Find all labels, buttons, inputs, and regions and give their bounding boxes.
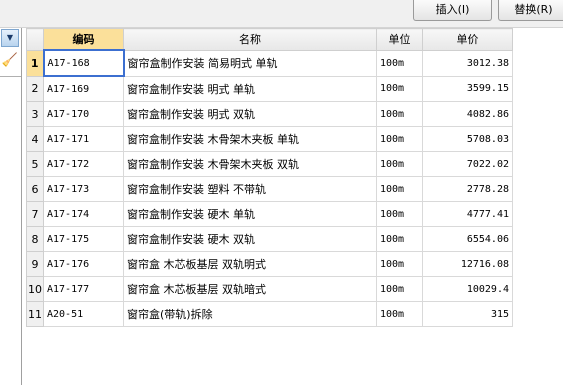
cell-price[interactable]: 3012.38 bbox=[422, 49, 513, 77]
table-row[interactable]: 10 A17-177 窗帘盒 木芯板基层 双轨暗式 100m 10029.4 bbox=[26, 276, 513, 302]
cell-unit[interactable]: 100m bbox=[376, 49, 423, 77]
header-unit[interactable]: 单位 bbox=[376, 28, 423, 51]
cell-name[interactable]: 窗帘盒制作安装 硬木 单轨 bbox=[123, 201, 377, 227]
row-number[interactable]: 1 bbox=[26, 49, 44, 77]
row-number[interactable]: 3 bbox=[26, 101, 44, 127]
table-header: 编码 名称 单位 单价 bbox=[26, 28, 513, 51]
table-row[interactable]: 8 A17-175 窗帘盒制作安装 硬木 双轨 100m 6554.06 bbox=[26, 226, 513, 252]
cell-price[interactable]: 10029.4 bbox=[422, 276, 513, 302]
table-row[interactable]: 3 A17-170 窗帘盒制作安装 明式 双轨 100m 4082.86 bbox=[26, 101, 513, 127]
cell-unit[interactable]: 100m bbox=[376, 126, 423, 152]
cell-name[interactable]: 窗帘盒 木芯板基层 双轨明式 bbox=[123, 251, 377, 277]
broom-icon[interactable]: 🧹 bbox=[1, 52, 19, 70]
table-row[interactable]: 1 A17-168 窗帘盒制作安装 简易明式 单轨 100m 3012.38 bbox=[26, 49, 513, 77]
table-row[interactable]: 9 A17-176 窗帘盒 木芯板基层 双轨明式 100m 12716.08 bbox=[26, 251, 513, 277]
cell-unit[interactable]: 100m bbox=[376, 101, 423, 127]
insert-button[interactable]: 插入(I) bbox=[413, 0, 492, 21]
left-panel: ▼ 🧹 bbox=[0, 28, 22, 385]
row-number[interactable]: 8 bbox=[26, 226, 44, 252]
table-row[interactable]: 6 A17-173 窗帘盒制作安装 塑料 不带轨 100m 2778.28 bbox=[26, 176, 513, 202]
cell-price[interactable]: 12716.08 bbox=[422, 251, 513, 277]
table-row[interactable]: 7 A17-174 窗帘盒制作安装 硬木 单轨 100m 4777.41 bbox=[26, 201, 513, 227]
header-code[interactable]: 编码 bbox=[43, 28, 124, 51]
cell-unit[interactable]: 100m bbox=[376, 75, 423, 102]
cell-price[interactable]: 7022.02 bbox=[422, 151, 513, 177]
cell-code[interactable]: A17-170 bbox=[43, 101, 124, 127]
header-name[interactable]: 名称 bbox=[123, 28, 377, 51]
cell-name[interactable]: 窗帘盒制作安装 木骨架木夹板 单轨 bbox=[123, 126, 377, 152]
row-number[interactable]: 2 bbox=[26, 75, 44, 102]
table-row[interactable]: 11 A20-51 窗帘盒(带轨)拆除 100m 315 bbox=[26, 301, 513, 327]
row-number[interactable]: 4 bbox=[26, 126, 44, 152]
cell-unit[interactable]: 100m bbox=[376, 176, 423, 202]
cell-name[interactable]: 窗帘盒(带轨)拆除 bbox=[123, 301, 377, 327]
chevron-down-icon[interactable]: ▼ bbox=[1, 29, 19, 47]
replace-button[interactable]: 替换(R) bbox=[498, 0, 563, 21]
cell-code[interactable]: A17-176 bbox=[43, 251, 124, 277]
cell-code[interactable]: A17-172 bbox=[43, 151, 124, 177]
table-row[interactable]: 4 A17-171 窗帘盒制作安装 木骨架木夹板 单轨 100m 5708.03 bbox=[26, 126, 513, 152]
cell-code[interactable]: A17-175 bbox=[43, 226, 124, 252]
cell-unit[interactable]: 100m bbox=[376, 201, 423, 227]
cell-unit[interactable]: 100m bbox=[376, 226, 423, 252]
cell-name[interactable]: 窗帘盒制作安装 简易明式 单轨 bbox=[123, 49, 377, 77]
row-number[interactable]: 6 bbox=[26, 176, 44, 202]
header-price[interactable]: 单价 bbox=[422, 28, 513, 51]
cell-price[interactable]: 2778.28 bbox=[422, 176, 513, 202]
cell-price[interactable]: 4082.86 bbox=[422, 101, 513, 127]
row-number[interactable]: 9 bbox=[26, 251, 44, 277]
row-number[interactable]: 5 bbox=[26, 151, 44, 177]
cell-name[interactable]: 窗帘盒制作安装 明式 单轨 bbox=[123, 75, 377, 102]
cell-price[interactable]: 6554.06 bbox=[422, 226, 513, 252]
cell-unit[interactable]: 100m bbox=[376, 301, 423, 327]
cell-unit[interactable]: 100m bbox=[376, 251, 423, 277]
cell-name[interactable]: 窗帘盒制作安装 木骨架木夹板 双轨 bbox=[123, 151, 377, 177]
table-row[interactable]: 5 A17-172 窗帘盒制作安装 木骨架木夹板 双轨 100m 7022.02 bbox=[26, 151, 513, 177]
cell-price[interactable]: 315 bbox=[422, 301, 513, 327]
header-rownum bbox=[26, 28, 44, 51]
cell-unit[interactable]: 100m bbox=[376, 151, 423, 177]
table-row[interactable]: 2 A17-169 窗帘盒制作安装 明式 单轨 100m 3599.15 bbox=[26, 75, 513, 102]
cell-price[interactable]: 4777.41 bbox=[422, 201, 513, 227]
toolbar: 插入(I) 替换(R) bbox=[0, 0, 563, 28]
cell-code[interactable]: A17-174 bbox=[43, 201, 124, 227]
cell-code[interactable]: A20-51 bbox=[43, 301, 124, 327]
divider bbox=[0, 76, 21, 77]
cell-name[interactable]: 窗帘盒制作安装 明式 双轨 bbox=[123, 101, 377, 127]
cell-name[interactable]: 窗帘盒制作安装 硬木 双轨 bbox=[123, 226, 377, 252]
row-number[interactable]: 11 bbox=[26, 301, 44, 327]
cell-unit[interactable]: 100m bbox=[376, 276, 423, 302]
cell-price[interactable]: 5708.03 bbox=[422, 126, 513, 152]
cell-code[interactable]: A17-168 bbox=[42, 49, 125, 77]
cell-code[interactable]: A17-171 bbox=[43, 126, 124, 152]
cell-name[interactable]: 窗帘盒 木芯板基层 双轨暗式 bbox=[123, 276, 377, 302]
cell-code[interactable]: A17-173 bbox=[43, 176, 124, 202]
row-number[interactable]: 10 bbox=[26, 276, 44, 302]
cell-name[interactable]: 窗帘盒制作安装 塑料 不带轨 bbox=[123, 176, 377, 202]
row-number[interactable]: 7 bbox=[26, 201, 44, 227]
cell-price[interactable]: 3599.15 bbox=[422, 75, 513, 102]
cell-code[interactable]: A17-169 bbox=[43, 75, 124, 102]
quota-table: 编码 名称 单位 单价 1 A17-168 窗帘盒制作安装 简易明式 单轨 100m 3… bbox=[26, 28, 513, 327]
cell-code[interactable]: A17-177 bbox=[43, 276, 124, 302]
